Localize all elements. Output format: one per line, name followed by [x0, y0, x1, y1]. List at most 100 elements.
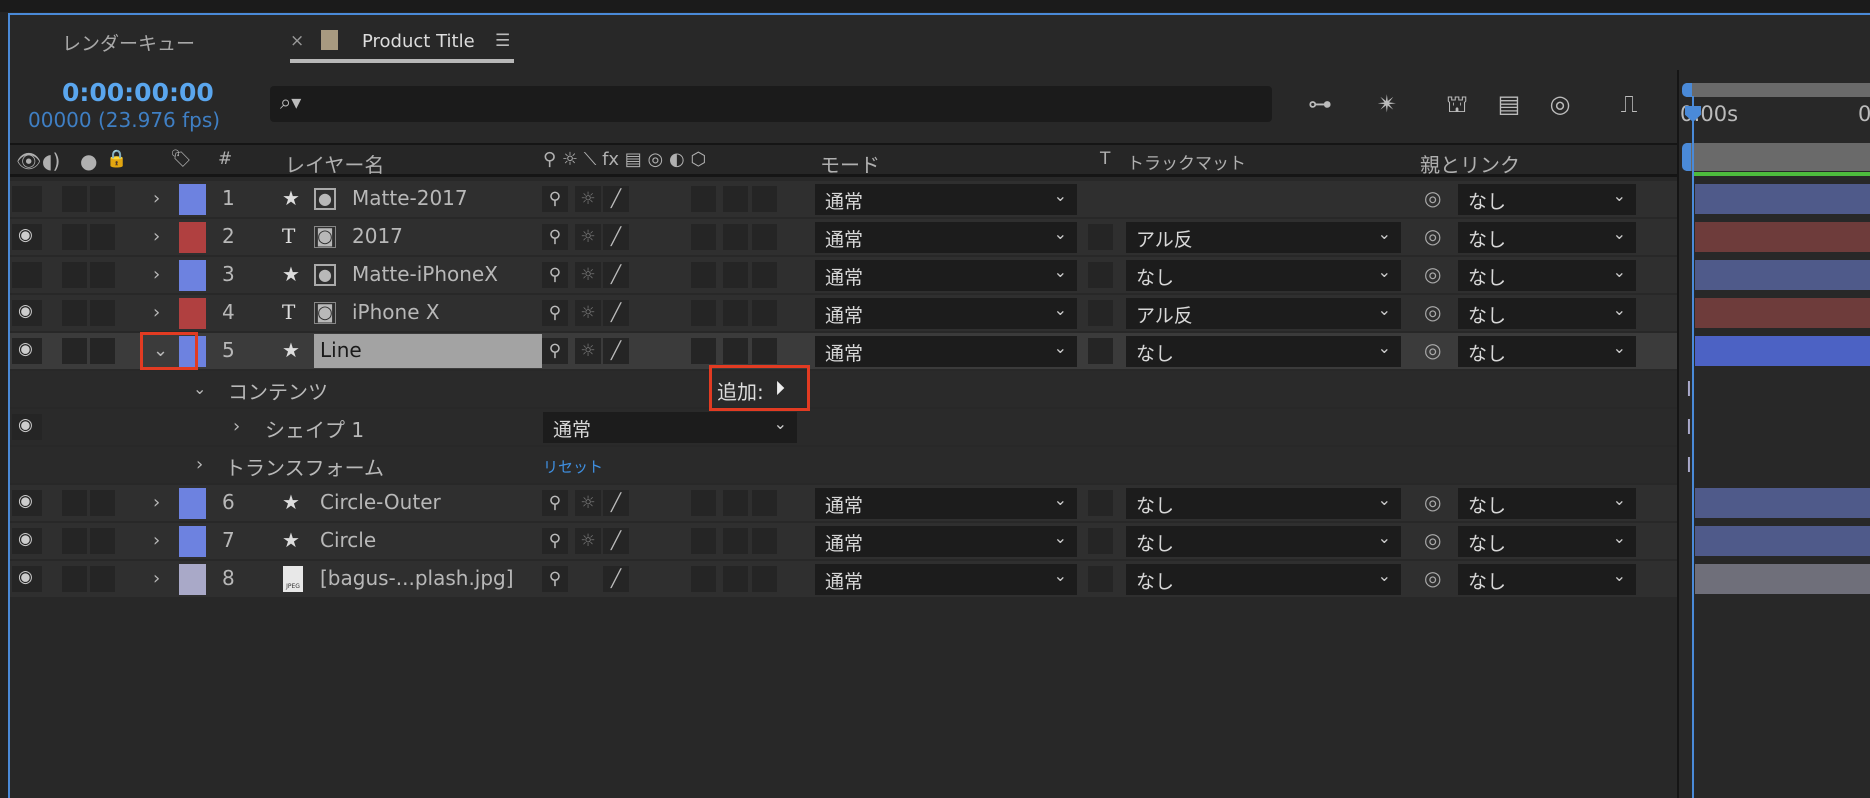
layer-row[interactable]: ◉ › 8 JPEG [bagus-...plash.jpg] ⚲ ╱ 通常 ⌄ なし ⌄ ◎ なし ⌄	[10, 561, 1677, 597]
pick-whip-icon[interactable]: ◎	[1424, 224, 1441, 248]
collapse-switch-icon[interactable]: ☼	[575, 490, 601, 516]
layer-switch[interactable]	[691, 262, 716, 288]
layer-row[interactable]: ◉ › 2 T ◙ 2017 ⚲ ☼ ╱ 通常 ⌄ アル反 ⌄ ◎ なし ⌄	[10, 219, 1677, 255]
video-toggle[interactable]: ◉	[12, 414, 42, 440]
collapse-switch-icon[interactable]: ☼	[575, 338, 601, 364]
mode-dropdown[interactable]: 通常 ⌄	[815, 488, 1077, 519]
layer-duration-bar[interactable]	[1695, 526, 1870, 556]
pick-whip-icon[interactable]: ◎	[1424, 338, 1441, 362]
preserve-transparency-toggle[interactable]	[1088, 566, 1113, 592]
parent-dropdown[interactable]: なし ⌄	[1458, 336, 1636, 367]
layer-name[interactable]: Circle	[320, 528, 376, 552]
solo-toggle[interactable]	[62, 300, 87, 326]
label-color[interactable]	[179, 298, 206, 329]
tab-menu-icon[interactable]: ☰	[495, 31, 510, 51]
expand-chevron-icon[interactable]: ›	[153, 530, 160, 551]
shape-mode-dropdown[interactable]: 通常 ⌄	[543, 412, 797, 443]
layer-name-header[interactable]: レイヤー名	[285, 149, 384, 178]
layer-duration-bar[interactable]	[1695, 298, 1870, 328]
expand-chevron-icon[interactable]: ›	[196, 454, 203, 475]
layer-switch[interactable]	[723, 338, 748, 364]
layer-switch[interactable]	[752, 566, 777, 592]
solo-icon[interactable]: ●	[80, 149, 97, 173]
graph-editor-icon[interactable]: ⎍	[1612, 90, 1646, 122]
quality-switch-icon[interactable]: ╱	[603, 528, 629, 554]
solo-toggle[interactable]	[62, 528, 87, 554]
layer-row[interactable]: › 1 ★ ● Matte-2017 ⚲ ☼ ╱ 通常 ⌄ ◎ なし ⌄	[10, 181, 1677, 217]
frame-blending-icon[interactable]: ▤	[1492, 90, 1526, 122]
label-color[interactable]	[179, 488, 206, 519]
tab-close-icon[interactable]: ×	[290, 31, 304, 51]
layer-row[interactable]: ◉ › 4 T ◙ iPhone X ⚲ ☼ ╱ 通常 ⌄ アル反 ⌄ ◎ なし ⌄	[10, 295, 1677, 331]
label-color[interactable]	[179, 526, 206, 557]
collapse-switch-icon[interactable]: ☼	[575, 528, 601, 554]
layer-row[interactable]: › 3 ★ ● Matte-iPhoneX ⚲ ☼ ╱ 通常 ⌄ なし ⌄ ◎ なし ⌄	[10, 257, 1677, 293]
track-matte-dropdown[interactable]: アル反 ⌄	[1126, 222, 1401, 253]
video-toggle[interactable]: ◉	[12, 566, 42, 592]
expand-chevron-icon[interactable]: ›	[153, 492, 160, 513]
lock-toggle[interactable]	[90, 490, 115, 516]
video-toggle[interactable]	[12, 186, 42, 212]
layer-switch[interactable]	[752, 262, 777, 288]
expand-chevron-icon[interactable]: ›	[153, 302, 160, 323]
track-matte-dropdown[interactable]: なし ⌄	[1126, 526, 1401, 557]
lock-toggle[interactable]	[90, 338, 115, 364]
expand-chevron-icon[interactable]: ›	[153, 188, 160, 209]
shy-switch-icon[interactable]: ⚲	[542, 338, 568, 364]
solo-toggle[interactable]	[62, 262, 87, 288]
layer-duration-bar[interactable]	[1695, 564, 1870, 594]
quality-switch-icon[interactable]: ╱	[603, 186, 629, 212]
preserve-transparency-toggle[interactable]	[1088, 490, 1113, 516]
solo-toggle[interactable]	[62, 338, 87, 364]
playhead-line[interactable]	[1692, 96, 1694, 798]
lock-toggle[interactable]	[90, 262, 115, 288]
layer-switch[interactable]	[691, 224, 716, 250]
parent-dropdown[interactable]: なし ⌄	[1458, 526, 1636, 557]
collapse-switch-icon[interactable]: ☼	[575, 186, 601, 212]
layer-switch[interactable]	[691, 566, 716, 592]
layer-switch[interactable]	[723, 186, 748, 212]
quality-switch-icon[interactable]: ╱	[603, 490, 629, 516]
search-input[interactable]: ⌕▾	[270, 86, 1272, 122]
layer-switch[interactable]	[752, 338, 777, 364]
shy-switch-icon[interactable]: ⚲	[542, 186, 568, 212]
tab-render-queue[interactable]: レンダーキュー	[62, 29, 195, 56]
flowchart-icon[interactable]: ⊶	[1303, 90, 1337, 122]
lock-toggle[interactable]	[90, 186, 115, 212]
collapse-switch-icon[interactable]: ☼	[575, 262, 601, 288]
layer-row[interactable]: ◉ ⌄ 5 ★ Line ⚲ ☼ ╱ 通常 ⌄ なし ⌄ ◎ なし ⌄	[10, 333, 1677, 369]
preserve-transparency-toggle[interactable]	[1088, 300, 1113, 326]
label-color[interactable]	[179, 260, 206, 291]
video-toggle[interactable]: ◉	[12, 300, 42, 326]
quality-switch-icon[interactable]: ╱	[603, 262, 629, 288]
pick-whip-icon[interactable]: ◎	[1424, 528, 1441, 552]
mode-dropdown[interactable]: 通常 ⌄	[815, 336, 1077, 367]
layer-switch[interactable]	[723, 262, 748, 288]
shy-icon[interactable]: ⛫	[1440, 90, 1474, 122]
parent-dropdown[interactable]: なし ⌄	[1458, 564, 1636, 595]
quality-switch-icon[interactable]: ╱	[603, 300, 629, 326]
shy-switch-icon[interactable]: ⚲	[542, 262, 568, 288]
track-matte-dropdown[interactable]: なし ⌄	[1126, 336, 1401, 367]
mode-dropdown[interactable]: 通常 ⌄	[815, 260, 1077, 291]
expand-chevron-icon[interactable]: ›	[153, 264, 160, 285]
label-color[interactable]	[179, 564, 206, 595]
pick-whip-icon[interactable]: ◎	[1424, 490, 1441, 514]
parent-dropdown[interactable]: なし ⌄	[1458, 260, 1636, 291]
preserve-transparency-toggle[interactable]	[1088, 528, 1113, 554]
layer-duration-bar[interactable]	[1695, 336, 1870, 366]
motion-blur-icon[interactable]: ◎	[1543, 90, 1577, 122]
shy-switch-icon[interactable]: ⚲	[542, 528, 568, 554]
collapse-switch-icon[interactable]: ☼	[575, 300, 601, 326]
layer-name[interactable]: Matte-2017	[352, 186, 468, 210]
layer-switch[interactable]	[691, 186, 716, 212]
quality-switch-icon[interactable]: ╱	[603, 566, 629, 592]
track-matte-dropdown[interactable]: なし ⌄	[1126, 260, 1401, 291]
video-toggle[interactable]: ◉	[12, 224, 42, 250]
shy-switch-icon[interactable]: ⚲	[542, 300, 568, 326]
quality-switch-icon[interactable]: ╱	[603, 338, 629, 364]
layer-switch[interactable]	[752, 186, 777, 212]
solo-toggle[interactable]	[62, 490, 87, 516]
track-matte-dropdown[interactable]: なし ⌄	[1126, 488, 1401, 519]
lock-toggle[interactable]	[90, 224, 115, 250]
